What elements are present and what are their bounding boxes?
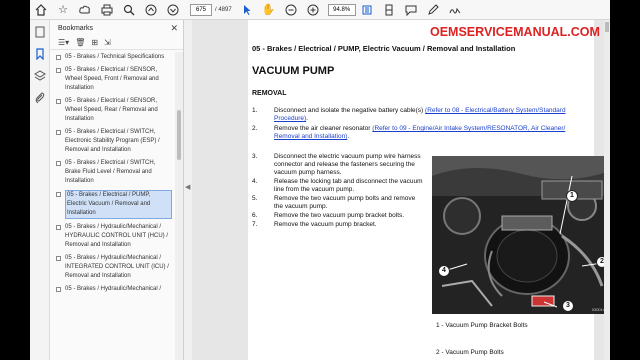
bookmark-node-icon (56, 287, 61, 292)
collapse-panel-icon[interactable]: ◀ (185, 183, 190, 191)
bookmark-label: 05 - Brakes / Electrical / SWITCH, Elect… (65, 129, 160, 153)
bookmark-node-icon (56, 225, 61, 230)
callout-3: 3 (562, 300, 574, 312)
hand-tool-icon[interactable]: ✋ (262, 3, 276, 17)
scrollbar-thumb[interactable] (177, 110, 181, 160)
bookmark-item[interactable]: 05 - Brakes / Electrical / SWITCH, Elect… (50, 127, 174, 158)
bookmark-label: 05 - Brakes / Electrical / PUMP, Electri… (65, 190, 172, 219)
document-title: 05 - Brakes / Electrical / PUMP, Electri… (252, 44, 516, 53)
scroll-mode-icon[interactable] (382, 3, 396, 17)
bookmark-label: 05 - Brakes / Hydraulic/Mechanical / (65, 286, 162, 292)
bookmark-label: 05 - Brakes / Technical Specifications (65, 54, 165, 60)
step-item: 3. Disconnect the electric vacuum pump wi… (252, 153, 421, 176)
pen-icon[interactable] (426, 3, 440, 17)
bookmark-item[interactable]: 05 - Brakes / Technical Specifications (50, 52, 174, 65)
scrollbar-thumb[interactable] (605, 22, 609, 32)
toolbar: ☆ 675 / 4897 ✋ 94.8% (30, 0, 610, 20)
bookmark-node-icon (56, 55, 61, 60)
zoom-in-icon[interactable] (306, 3, 320, 17)
print-icon[interactable] (100, 3, 114, 17)
page-thumbnails-icon[interactable] (34, 26, 46, 38)
bookmarks-scrollbar[interactable] (175, 52, 183, 360)
cloud-upload-icon[interactable] (78, 3, 92, 17)
vacuum-pump-figure: 1 2 3 4 0300148ab3 (432, 156, 610, 314)
step-item: 5. Remove the two vacuum pump bolts and r… (252, 195, 416, 210)
bookmark-node-icon (56, 68, 61, 73)
vacuum-pump-photo (432, 156, 610, 314)
fit-page-icon[interactable] (360, 3, 374, 17)
step-item: 7. Remove the vacuum pump bracket. (252, 221, 377, 228)
bookmark-item[interactable]: 05 - Brakes / Hydraulic/Mechanical / HYD… (50, 222, 174, 253)
attachments-icon[interactable] (34, 92, 46, 104)
panel-title: Bookmarks (58, 24, 94, 32)
callout-1: 1 (566, 190, 578, 202)
navigation-rail (30, 20, 50, 360)
bookmark-item[interactable]: 05 - Brakes / Electrical / SENSOR, Wheel… (50, 65, 174, 96)
bookmark-item[interactable]: 05 - Brakes / Electrical / SENSOR, Wheel… (50, 96, 174, 127)
figure-caption: 2 - Vacuum Pump Bolts (436, 349, 504, 356)
bookmark-list: 05 - Brakes / Technical Specifications 05… (50, 52, 174, 360)
callout-4: 4 (438, 265, 450, 277)
pdf-viewer-window: ☆ 675 / 4897 ✋ 94.8% Bookmarks ✕ ☰▾ 🗑 ⊞ … (30, 0, 610, 360)
section-heading: VACUUM PUMP (252, 65, 335, 77)
bookmark-label: 05 - Brakes / Electrical / SENSOR, Wheel… (65, 67, 159, 91)
bookmark-label: 05 - Brakes / Electrical / SWITCH, Brake… (65, 160, 156, 184)
watermark-text: OEMSERVICEMANUAL.COM (430, 25, 600, 39)
bookmark-label: 05 - Brakes / Electrical / SENSOR, Wheel… (65, 98, 158, 122)
steps-list-a: 1. Disconnect and isolate the negative b… (252, 107, 592, 141)
document-scrollbar[interactable] (604, 20, 610, 360)
home-icon[interactable] (34, 3, 48, 17)
figure-caption: 1 - Vacuum Pump Bracket Bolts (436, 322, 528, 329)
bookmark-item[interactable]: 05 - Brakes / Hydraulic/Mechanical / (50, 284, 174, 297)
step-item: 2. Remove the air cleaner resonator (Ref… (252, 125, 566, 140)
bookmark-node-icon (56, 130, 61, 135)
layers-icon[interactable] (34, 70, 46, 82)
zoom-out-icon[interactable] (284, 3, 298, 17)
section-subheading: REMOVAL (252, 90, 287, 97)
pdf-page: OEMSERVICEMANUAL.COM 05 - Brakes / Elect… (248, 20, 610, 360)
options-menu-icon[interactable]: ☰▾ (58, 38, 69, 47)
bookmark-node-icon (56, 161, 61, 166)
zoom-level-select[interactable]: 94.8% (327, 3, 356, 16)
sign-icon[interactable] (448, 3, 462, 17)
search-icon[interactable] (122, 3, 136, 17)
page-count: / 4897 (215, 6, 232, 13)
step-item: 1. Disconnect and isolate the negative b… (252, 107, 566, 122)
step-item: 6. Remove the two vacuum pump bracket bol… (252, 212, 405, 219)
comment-icon[interactable] (404, 3, 418, 17)
bookmark-label: 05 - Brakes / Hydraulic/Mechanical / HYD… (65, 224, 169, 248)
bookmark-node-icon (56, 256, 61, 261)
close-icon[interactable]: ✕ (170, 23, 178, 34)
bookmark-item[interactable]: 05 - Brakes / Electrical / SWITCH, Brake… (50, 158, 174, 189)
bookmarks-panel: Bookmarks ✕ ☰▾ 🗑 ⊞ ⇲ 05 - Brakes / Techn… (50, 20, 184, 360)
page-down-icon[interactable] (166, 3, 180, 17)
expand-bookmark-icon[interactable]: ⇲ (104, 38, 111, 47)
bookmark-node-icon (56, 192, 61, 197)
page-number-input[interactable]: 675 (190, 3, 212, 16)
bookmark-node-icon (56, 99, 61, 104)
steps-list-b: 3. Disconnect the electric vacuum pump wi… (252, 153, 424, 230)
document-viewport: OEMSERVICEMANUAL.COM 05 - Brakes / Elect… (192, 20, 610, 360)
delete-icon[interactable]: 🗑 (75, 38, 85, 47)
star-icon[interactable]: ☆ (56, 3, 70, 17)
new-bookmark-icon[interactable]: ⊞ (91, 38, 98, 47)
select-cursor-icon[interactable] (240, 3, 254, 17)
bookmarks-icon[interactable] (34, 48, 46, 60)
bookmark-item[interactable]: 05 - Brakes / Electrical / PUMP, Electri… (50, 189, 174, 222)
page-up-icon[interactable] (144, 3, 158, 17)
step-item: 4. Release the locking tab and disconnect… (252, 178, 423, 193)
bookmark-item[interactable]: 05 - Brakes / Hydraulic/Mechanical / INT… (50, 253, 174, 284)
bookmark-label: 05 - Brakes / Hydraulic/Mechanical / INT… (65, 255, 169, 279)
